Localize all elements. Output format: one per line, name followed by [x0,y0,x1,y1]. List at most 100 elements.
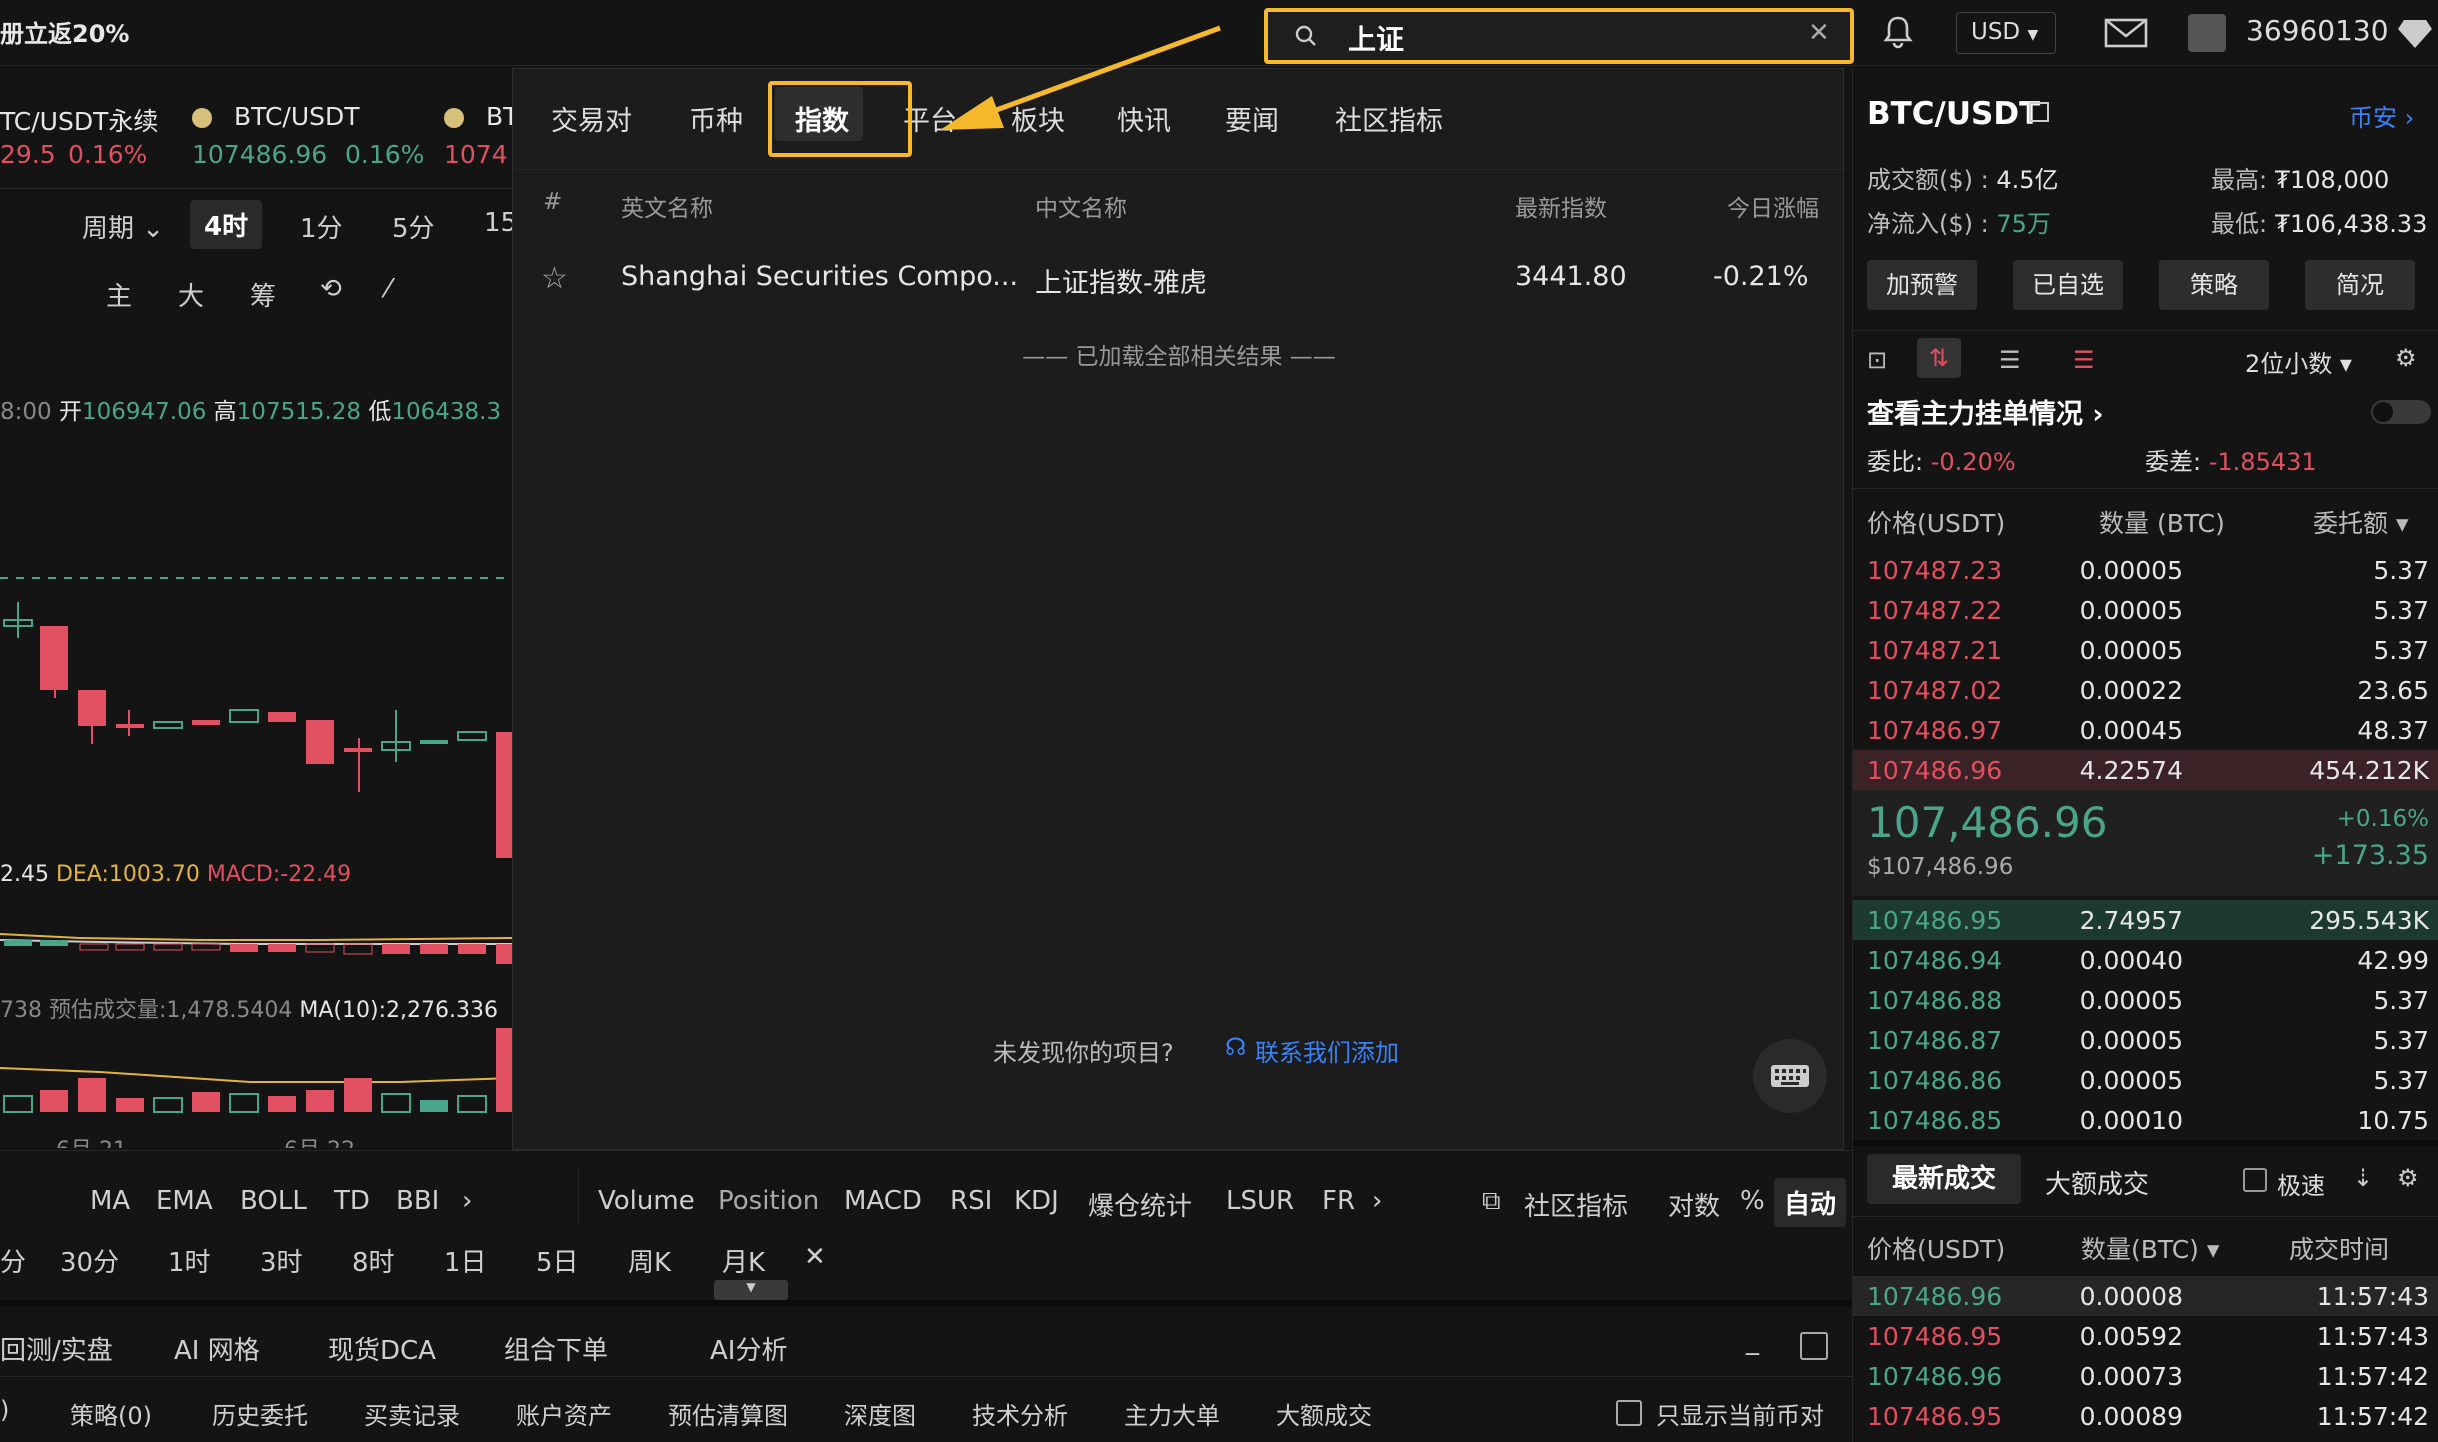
sub-liquidation[interactable]: 爆仓统计 [1088,1186,1192,1223]
order-tab-large[interactable]: 大额成交 [1276,1396,1372,1431]
bottom-tab-dca[interactable]: 现货DCA [328,1330,436,1367]
tab-pairs[interactable]: 交易对 [551,99,632,138]
chevron-right-icon-2[interactable]: › [1372,1186,1382,1216]
currency-select[interactable]: USD ▼ [1956,12,2056,54]
interval-5d[interactable]: 5日 [536,1242,579,1279]
settings-icon-2[interactable]: ⚙ [2397,1164,2419,1192]
sub-fr[interactable]: FR [1322,1186,1355,1216]
order-tab-liquidation[interactable]: 预估清算图 [668,1396,788,1431]
table-row[interactable]: 107487.02 0.00022 23.65 [1853,670,2438,710]
pair-title[interactable]: BTC/USDT [1867,96,2040,132]
period-5m[interactable]: 5分 [392,208,435,245]
bottom-tab-ai-analysis[interactable]: AI分析 [710,1330,787,1367]
table-row[interactable]: 107486.87 0.00005 5.37 [1853,1020,2438,1060]
table-row[interactable]: 107486.95 0.00089 11:57:42 [1853,1396,2438,1436]
close-icon[interactable]: ✕ [804,1242,826,1272]
order-tab-strategy[interactable]: 策略(0) [70,1396,152,1431]
table-row[interactable]: 107487.21 0.00005 5.37 [1853,630,2438,670]
copy-icon[interactable] [2029,102,2049,122]
table-row[interactable]: 107486.85 0.00010 10.75 [1853,1100,2438,1140]
headset-icon[interactable]: ☊ [1225,1033,1246,1061]
exchange-link[interactable]: 币安 › [2349,98,2414,133]
sub-lsur[interactable]: LSUR [1226,1186,1294,1216]
mail-icon[interactable] [2104,18,2148,48]
chevron-right-icon[interactable]: › [462,1186,472,1216]
interval-min[interactable]: 分 [0,1242,26,1279]
draw-tool-icon[interactable]: ⟲ [320,274,342,304]
search-box[interactable]: 上证 ✕ [1264,8,1854,64]
table-row[interactable]: 107486.95 2.74957 295.543K [1853,900,2438,940]
ruler-icon[interactable]: ⁄ [386,274,390,304]
bottom-tab-ai-grid[interactable]: AI 网格 [174,1330,260,1367]
main-orders-link[interactable]: 查看主力挂单情况 › [1867,392,2104,431]
bottom-tab-combo[interactable]: 组合下单 [504,1330,608,1367]
percent-scale[interactable]: % [1740,1186,1765,1216]
ob-mode-bids-icon[interactable]: ☰ [2073,346,2095,374]
ticker-name-2[interactable]: BT [486,102,512,131]
settings-icon[interactable]: ⚙ [2395,344,2417,372]
period-select[interactable]: 周期 ⌄ [82,208,164,245]
community-indicator[interactable]: 社区指标 [1524,1186,1628,1223]
interval-30m[interactable]: 30分 [60,1242,119,1279]
table-row[interactable]: 107486.96 0.00008 11:57:43 [1853,1276,2438,1316]
expand-icon[interactable] [1800,1332,1828,1360]
sub-volume[interactable]: Volume [598,1186,695,1216]
ob-mode-both-icon[interactable]: ⊡ [1867,346,1887,374]
order-tab-trades[interactable]: 买卖记录 [364,1396,460,1431]
contact-link[interactable]: 联系我们添加 [1255,1033,1399,1068]
star-icon[interactable]: ☆ [541,261,568,296]
edit-icon[interactable]: ⧉ [1482,1186,1501,1217]
fast-checkbox[interactable] [2243,1168,2267,1192]
bell-icon[interactable] [1880,14,1916,50]
bottom-tab-backtest[interactable]: 回测/实盘 [0,1330,113,1367]
table-row[interactable]: 107486.86 0.00005 5.37 [1853,1060,2438,1100]
search-input[interactable]: 上证 [1348,18,1404,58]
sub-macd[interactable]: MACD [844,1186,922,1216]
ob-mode-split-icon[interactable]: ⇅ [1917,338,1961,378]
ticker-name-1[interactable]: BTC/USDT [234,102,360,131]
minimize-icon[interactable]: _ [1746,1326,1759,1356]
order-tab-whale[interactable]: 主力大单 [1124,1396,1220,1431]
indicator-chip[interactable]: 筹 [250,276,276,313]
tab-large-trades[interactable]: 大额成交 [2045,1164,2149,1201]
tab-latest-trades[interactable]: 最新成交 [1867,1154,2021,1204]
indicator-main[interactable]: 主 [106,276,132,313]
diamond-icon[interactable] [2398,16,2432,50]
table-row[interactable]: 107486.95 0.00592 11:57:43 [1853,1316,2438,1356]
only-current-checkbox[interactable] [1616,1400,1642,1426]
alert-button[interactable]: 加预警 [1867,260,1977,310]
order-tab-depth[interactable]: 深度图 [844,1396,916,1431]
overview-button[interactable]: 简况 [2305,260,2415,310]
user-id[interactable]: 36960130 [2246,14,2389,47]
ind-ma[interactable]: MA [90,1186,130,1216]
table-row[interactable]: 107487.23 0.00005 5.37 [1853,550,2438,590]
table-row[interactable]: 107486.96 4.22574 454.212K [1853,750,2438,790]
collapse-handle[interactable]: ▼ [714,1280,788,1300]
sub-rsi[interactable]: RSI [950,1186,992,1216]
watchlist-button[interactable]: 已自选 [2013,260,2123,310]
ind-ema[interactable]: EMA [156,1186,213,1216]
ind-bbi[interactable]: BBI [396,1186,439,1216]
decimal-select[interactable]: 2位小数 ▾ [2245,344,2352,379]
ticker-name-0[interactable]: TC/USDT永续 [0,102,158,138]
ob-header-total[interactable]: 委托额 ▾ [2313,504,2409,540]
ind-td[interactable]: TD [334,1186,370,1216]
period-4h[interactable]: 4时 [190,200,263,249]
sub-kdj[interactable]: KDJ [1014,1186,1059,1216]
interval-8h[interactable]: 8时 [352,1242,395,1279]
log-scale[interactable]: 对数 [1668,1186,1720,1223]
promo-banner[interactable]: 册立返20% [0,14,129,49]
order-tab-technical[interactable]: 技术分析 [972,1396,1068,1431]
sub-position[interactable]: Position [718,1186,819,1216]
trade-header-amount[interactable]: 数量(BTC) ▾ [2081,1230,2219,1266]
interval-week[interactable]: 周K [628,1242,671,1279]
period-15m[interactable]: 15 [484,208,512,238]
interval-1d[interactable]: 1日 [444,1242,487,1279]
table-row[interactable]: 107486.97 0.00045 48.37 [1853,710,2438,750]
auto-scale[interactable]: 自动 [1774,1178,1847,1227]
table-row[interactable]: 107486.94 0.00040 42.99 [1853,940,2438,980]
strategy-button[interactable]: 策略 [2159,260,2269,310]
tab-coins[interactable]: 币种 [689,99,743,138]
table-row[interactable]: ☆ Shanghai Securities Compo... 上证指数-雅虎 3… [513,239,1845,319]
kline-chart[interactable]: TC/USDT永续 29.5 0.16% BTC/USDT 107486.96 … [0,68,512,1148]
